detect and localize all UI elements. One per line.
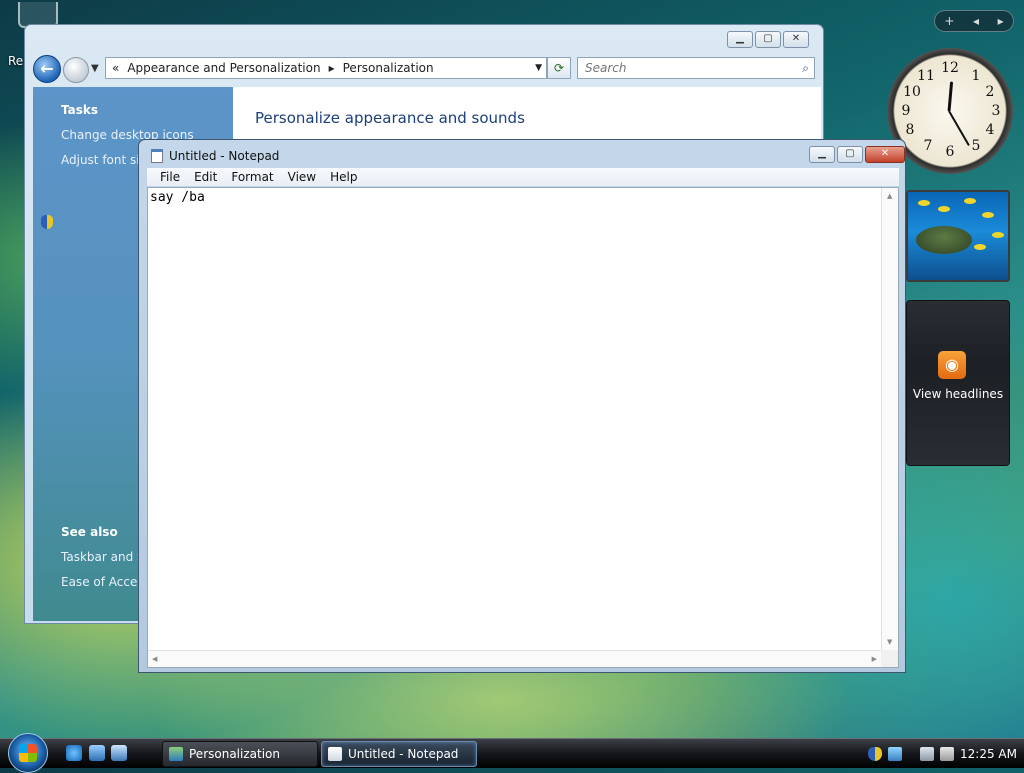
personalization-icon [169,747,183,761]
menu-edit[interactable]: Edit [187,170,224,184]
scroll-down-icon[interactable]: ▼ [887,638,892,646]
clock-number: 8 [905,122,915,138]
breadcrumb-separator-icon[interactable]: ▸ [329,61,335,75]
clock-number: 9 [901,103,911,119]
slideshow-gadget[interactable] [906,190,1010,282]
menu-bar: File Edit Format View Help [147,168,899,186]
breadcrumb-personalization[interactable]: Personalization [343,61,434,75]
tasks-heading: Tasks [61,103,99,117]
network-icon[interactable] [920,747,934,761]
clock-hour-hand [947,81,954,112]
fish-shape [918,200,930,206]
minimize-button[interactable]: ▁ [809,146,835,163]
horizontal-scrollbar[interactable]: ◀ ▶ [148,650,881,667]
taskbar: Personalization Untitled - Notepad 12:25… [0,733,1024,773]
vertical-scrollbar[interactable]: ▲ ▼ [881,188,898,650]
search-icon[interactable]: ⌕ [802,61,809,76]
clock-number: 11 [917,68,935,84]
text-editor: ▲ ▼ ◀ ▶ [147,187,899,668]
gadget-next-button[interactable]: ▸ [998,14,1004,28]
windows-logo-icon [19,744,37,762]
recycle-bin-label[interactable]: Re [8,54,23,68]
fish-shape [982,212,994,218]
clock-number: 3 [991,103,1001,119]
clock-number: 2 [985,84,995,100]
menu-help[interactable]: Help [323,170,364,184]
clock-number: 10 [903,84,921,100]
size-grip[interactable] [881,650,898,667]
breadcrumb-appearance[interactable]: Appearance and Personalization [127,61,320,75]
taskbar-button-label: Untitled - Notepad [348,747,459,761]
uac-shield-icon [41,215,53,229]
notepad-text-area[interactable] [150,190,877,642]
scroll-up-icon[interactable]: ▲ [887,192,892,200]
see-also-heading: See also [61,525,118,539]
scroll-left-icon[interactable]: ◀ [152,655,157,663]
back-arrow-icon[interactable]: ← [33,55,61,83]
menu-view[interactable]: View [281,170,323,184]
search-box[interactable]: ⌕ [577,57,815,79]
view-headlines-label[interactable]: View headlines [907,387,1009,401]
taskbar-button-notepad[interactable]: Untitled - Notepad [321,741,477,767]
page-title: Personalize appearance and sounds [255,109,525,127]
taskbar-clock[interactable]: 12:25 AM [960,747,1017,761]
refresh-icon[interactable]: ⟳ [547,57,571,79]
clock-number: 1 [971,68,981,84]
show-desktop-icon[interactable] [89,745,105,761]
clock-number: 7 [923,138,933,154]
turtle-shape [916,226,972,254]
search-input[interactable] [583,60,783,76]
window-controls: ▁ ▢ ✕ [809,146,905,163]
fish-shape [974,244,986,250]
close-button[interactable]: ✕ [865,146,905,163]
notepad-window[interactable]: Untitled - Notepad ▁ ▢ ✕ File Edit Forma… [138,139,906,673]
security-shield-icon[interactable] [868,747,882,761]
clock-number: 5 [971,138,981,154]
clock-number: 6 [945,144,955,160]
see-also-ease-of-access[interactable]: Ease of Access [61,575,150,589]
menu-format[interactable]: Format [224,170,280,184]
see-also-taskbar[interactable]: Taskbar and St [61,550,149,564]
notepad-icon [151,149,163,163]
maximize-button[interactable]: ▢ [837,146,863,163]
forward-arrow-icon[interactable] [63,57,89,83]
clock-minute-hand [948,110,970,147]
address-dropdown-icon[interactable]: ▼ [535,63,542,73]
address-bar[interactable]: « Appearance and Personalization ▸ Perso… [105,57,547,79]
start-button[interactable] [8,733,48,773]
window-controls: ▁ ▢ ✕ [727,31,809,48]
fish-shape [938,206,950,212]
gadget-controls: + ◂ ▸ [934,10,1014,32]
notepad-icon [328,747,342,761]
recent-pages-chevron-icon[interactable]: ▼ [91,63,99,74]
menu-file[interactable]: File [153,170,187,184]
maximize-button[interactable]: ▢ [755,31,781,48]
add-gadget-button[interactable]: + [944,14,954,28]
taskbar-button-personalization[interactable]: Personalization [162,741,318,767]
internet-explorer-icon[interactable] [66,745,82,761]
close-button[interactable]: ✕ [783,31,809,48]
fish-shape [992,232,1004,238]
gadget-prev-button[interactable]: ◂ [973,14,979,28]
address-overflow-chevron[interactable]: « [112,61,119,75]
volume-muted-icon[interactable] [940,747,954,761]
rss-icon: ◉ [938,351,966,379]
taskbar-button-label: Personalization [189,747,280,761]
feed-headlines-gadget[interactable]: ◉ View headlines [906,300,1010,466]
scroll-right-icon[interactable]: ▶ [872,655,877,663]
system-tray [868,739,954,769]
window-title: Untitled - Notepad [169,149,280,163]
windows-sidebar-icon[interactable] [888,747,902,761]
fish-shape [964,198,976,204]
clock-number: 4 [985,122,995,138]
switch-windows-icon[interactable] [111,745,127,761]
clock-number: 12 [941,60,959,76]
minimize-button[interactable]: ▁ [727,31,753,48]
